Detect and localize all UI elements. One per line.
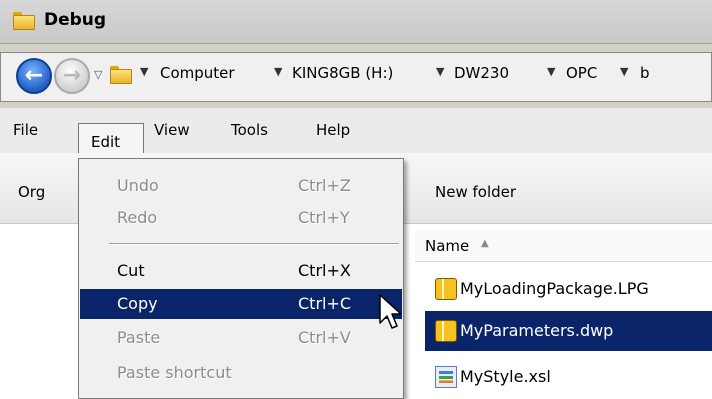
menu-item-shortcut: Ctrl+Z: [298, 176, 351, 195]
title-bar: Debug: [0, 0, 712, 43]
new-folder-button[interactable]: New folder: [435, 183, 516, 201]
menu-item-cut[interactable]: Cut Ctrl+X: [80, 256, 402, 286]
chevron-down-icon[interactable]: ▼: [274, 65, 282, 78]
breadcrumb-drive[interactable]: KING8GB (H:): [292, 64, 393, 82]
file-row-selected[interactable]: MyParameters.dwp: [425, 311, 712, 351]
file-name: MyParameters.dwp: [460, 321, 614, 340]
window-title: Debug: [44, 10, 107, 30]
folder-icon: [13, 12, 35, 30]
arrow-left-icon: ←: [24, 63, 44, 88]
package-icon: [435, 278, 457, 300]
column-header-name[interactable]: Name ▲: [415, 231, 712, 262]
breadcrumb-opc[interactable]: OPC: [566, 64, 597, 82]
menu-item-shortcut: Ctrl+X: [298, 261, 351, 280]
menu-item-label: Paste: [117, 328, 161, 347]
menu-item-shortcut: Ctrl+C: [298, 294, 352, 313]
breadcrumb-dw230[interactable]: DW230: [454, 64, 509, 82]
menu-separator: [109, 243, 399, 245]
menu-item-copy[interactable]: Copy Ctrl+C: [80, 289, 402, 319]
menu-edit-label: Edit: [91, 133, 121, 151]
menu-file[interactable]: File: [13, 121, 38, 139]
menu-item-label: Copy: [117, 294, 158, 313]
file-name: MyStyle.xsl: [460, 367, 551, 386]
edit-menu-dropdown: Undo Ctrl+Z Redo Ctrl+Y Cut Ctrl+X Copy …: [78, 158, 404, 399]
arrow-right-icon: →: [62, 63, 82, 88]
recent-pages-dropdown[interactable]: ▽: [94, 68, 102, 81]
menu-tools[interactable]: Tools: [231, 121, 268, 139]
organize-button[interactable]: Org: [18, 183, 45, 201]
sort-ascending-icon: ▲: [481, 238, 489, 249]
chevron-down-icon[interactable]: ▼: [436, 65, 444, 78]
file-row[interactable]: MyStyle.xsl: [425, 357, 712, 397]
menu-item-label: Paste shortcut: [117, 363, 232, 382]
file-row[interactable]: MyLoadingPackage.LPG: [425, 269, 712, 309]
chevron-down-icon[interactable]: ▼: [140, 65, 148, 78]
back-button[interactable]: ←: [16, 58, 52, 94]
menu-item-label: Redo: [117, 208, 158, 227]
menu-item-label: Cut: [117, 261, 145, 280]
breadcrumb-b[interactable]: b: [640, 64, 650, 82]
chevron-down-icon[interactable]: ▼: [547, 65, 555, 78]
menu-item-undo[interactable]: Undo Ctrl+Z: [80, 171, 402, 201]
forward-button[interactable]: →: [54, 58, 90, 94]
mouse-cursor-icon: [379, 294, 402, 329]
chevron-down-icon[interactable]: ▼: [620, 65, 628, 78]
menu-item-paste-shortcut[interactable]: Paste shortcut: [80, 358, 402, 388]
menu-item-paste[interactable]: Paste Ctrl+V: [80, 323, 402, 353]
package-icon: [435, 320, 457, 342]
menu-item-shortcut: Ctrl+V: [298, 328, 351, 347]
breadcrumb-computer[interactable]: Computer: [160, 64, 235, 82]
file-name: MyLoadingPackage.LPG: [460, 279, 649, 298]
folder-icon: [110, 66, 132, 84]
navigation-bar: ← → ▽ ▼ Computer ▼ KING8GB (H:) ▼ DW230 …: [0, 43, 712, 108]
column-header-label: Name: [425, 237, 470, 255]
menu-item-shortcut: Ctrl+Y: [298, 208, 350, 227]
menu-help[interactable]: Help: [316, 121, 350, 139]
menu-item-redo[interactable]: Redo Ctrl+Y: [80, 203, 402, 233]
xsl-file-icon: [435, 366, 457, 388]
menu-view[interactable]: View: [154, 121, 190, 139]
navigation-pane[interactable]: [0, 224, 86, 399]
menu-item-label: Undo: [117, 176, 159, 195]
